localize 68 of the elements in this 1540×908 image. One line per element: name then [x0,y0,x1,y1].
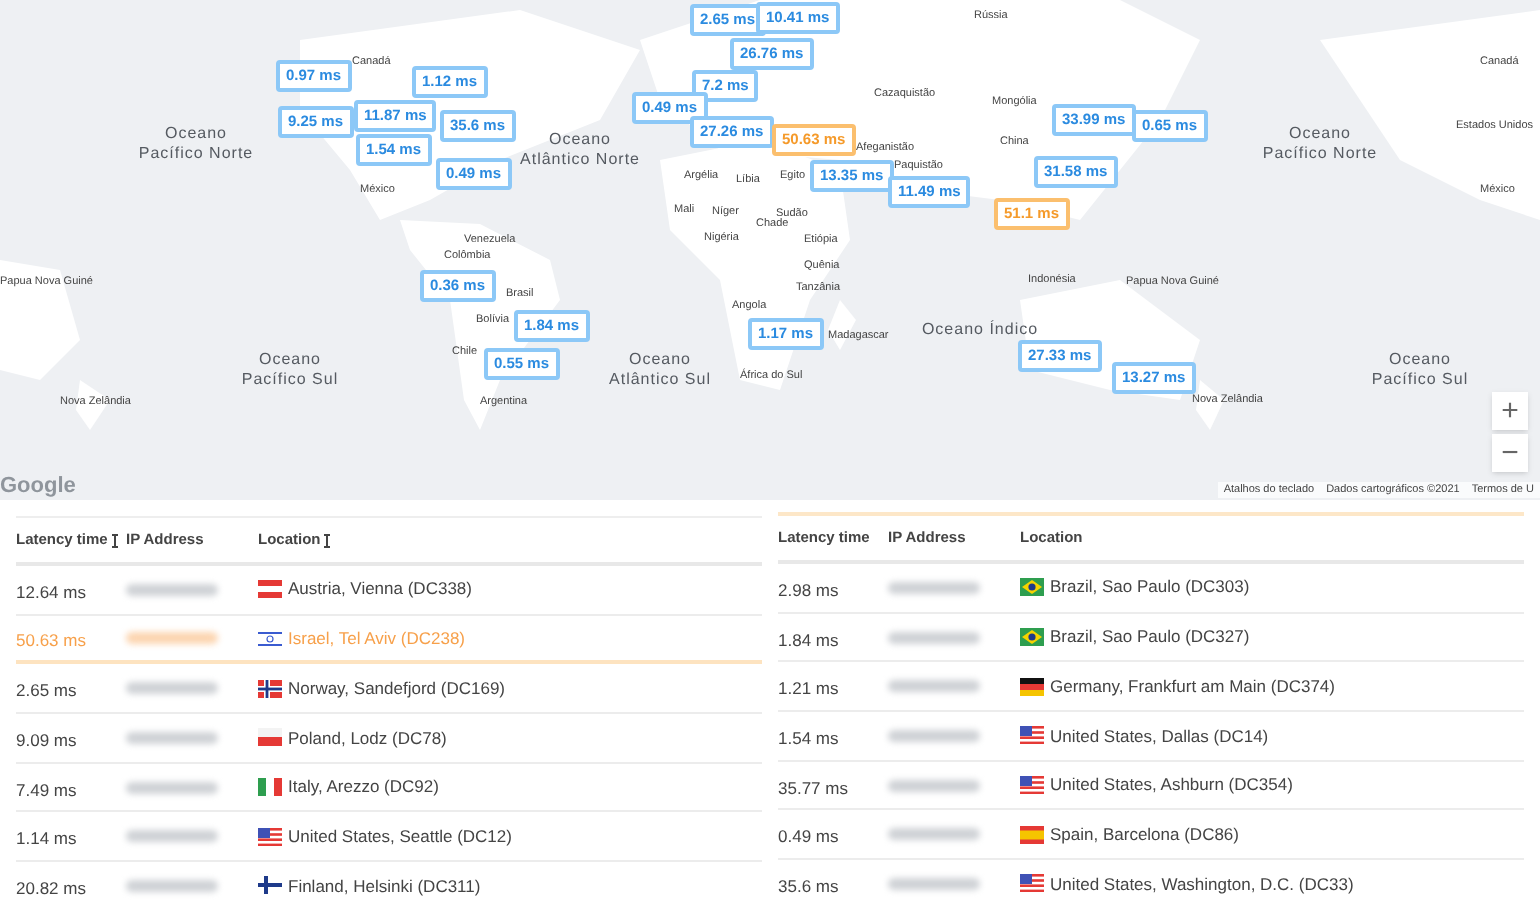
map-logo: Google [0,472,76,500]
blurred-ip-address [126,731,218,744]
blurred-ip-address [888,680,980,693]
location-name: Israel, Tel Aviv (DC238) [288,625,465,651]
flag-icon [258,778,282,797]
ocean-label: Oceano Atlântico Norte [520,130,640,170]
blurred-ip-address [126,781,218,794]
latency-value: 35.77 ms [778,777,848,798]
sort-icon[interactable] [111,533,118,547]
location-name: Italy, Arezzo (DC92) [288,774,439,800]
latency-value: 0.49 ms [778,826,839,847]
ocean-label: Oceano Atlântico Sul [607,350,713,390]
flag-icon [1020,726,1044,745]
latency-value: 2.98 ms [778,579,839,600]
location-name: Poland, Lodz (DC78) [288,725,447,751]
ocean-label: Oceano Índico [920,320,1040,340]
blurred-ip-address [126,632,218,645]
flag-icon [1020,677,1044,696]
ocean-label: Oceano Pacífico Sul [1369,350,1471,390]
blurred-ip-address [126,682,218,695]
location-name: Germany, Frankfurt am Main (DC374) [1050,673,1335,700]
location-name: United States, Dallas (DC14) [1050,723,1269,749]
location-name: Brazil, Sao Paulo (DC327) [1050,624,1250,650]
blurred-ip-address [888,779,980,792]
flag-icon [1020,874,1044,893]
zoom-in-button[interactable]: + [1492,392,1528,430]
latency-value: 50.63 ms [16,630,86,651]
location-name: Austria, Vienna (DC338) [288,576,472,603]
flag-icon [258,827,282,846]
location-name: United States, Seattle (DC12) [288,823,512,850]
ocean-label: Oceano Pacífico Norte [1260,124,1380,164]
blurred-ip-address [888,631,980,644]
location-name: United States, Washington, D.C. (DC33) [1050,871,1354,897]
ocean-label: Oceano Pacífico Sul [239,350,341,390]
flag-icon [1020,628,1044,647]
latency-value: 35.6 ms [778,875,839,896]
latency-value: 9.09 ms [16,729,77,750]
latency-value: 12.64 ms [16,581,86,602]
flag-icon [258,580,282,599]
zoom-out-button[interactable]: − [1492,434,1528,472]
flag-icon [1020,578,1044,597]
latency-value: 1.54 ms [778,727,839,748]
flag-icon [258,876,282,895]
latency-value: 2.65 ms [16,680,77,701]
blurred-ip-address [888,581,980,594]
location-name: Norway, Sandefjord (DC169) [288,675,505,702]
flag-icon [1020,776,1044,795]
location-name: Spain, Barcelona (DC86) [1050,821,1239,848]
ocean-label: Oceano Pacífico Norte [136,124,256,164]
flag-icon [258,629,282,648]
blurred-ip-address [888,828,980,841]
location-name: United States, Ashburn (DC354) [1050,772,1293,798]
location-name: Brazil, Sao Paulo (DC303) [1050,574,1250,601]
flag-icon [1020,825,1044,844]
blurred-ip-address [888,877,980,890]
latency-value: 1.21 ms [778,678,839,699]
location-name: Finland, Helsinki (DC311) [288,873,481,899]
latency-value: 7.49 ms [16,779,77,800]
latency-value: 1.84 ms [778,629,839,650]
sort-icon[interactable] [324,533,331,547]
blurred-ip-address [126,879,218,892]
blurred-ip-address [888,729,980,742]
latency-value: 20.82 ms [16,877,86,898]
latency-value: 1.14 ms [16,828,77,849]
blurred-ip-address [126,830,218,843]
flag-icon [258,679,282,698]
blurred-ip-address [126,583,218,596]
flag-icon [258,728,282,747]
